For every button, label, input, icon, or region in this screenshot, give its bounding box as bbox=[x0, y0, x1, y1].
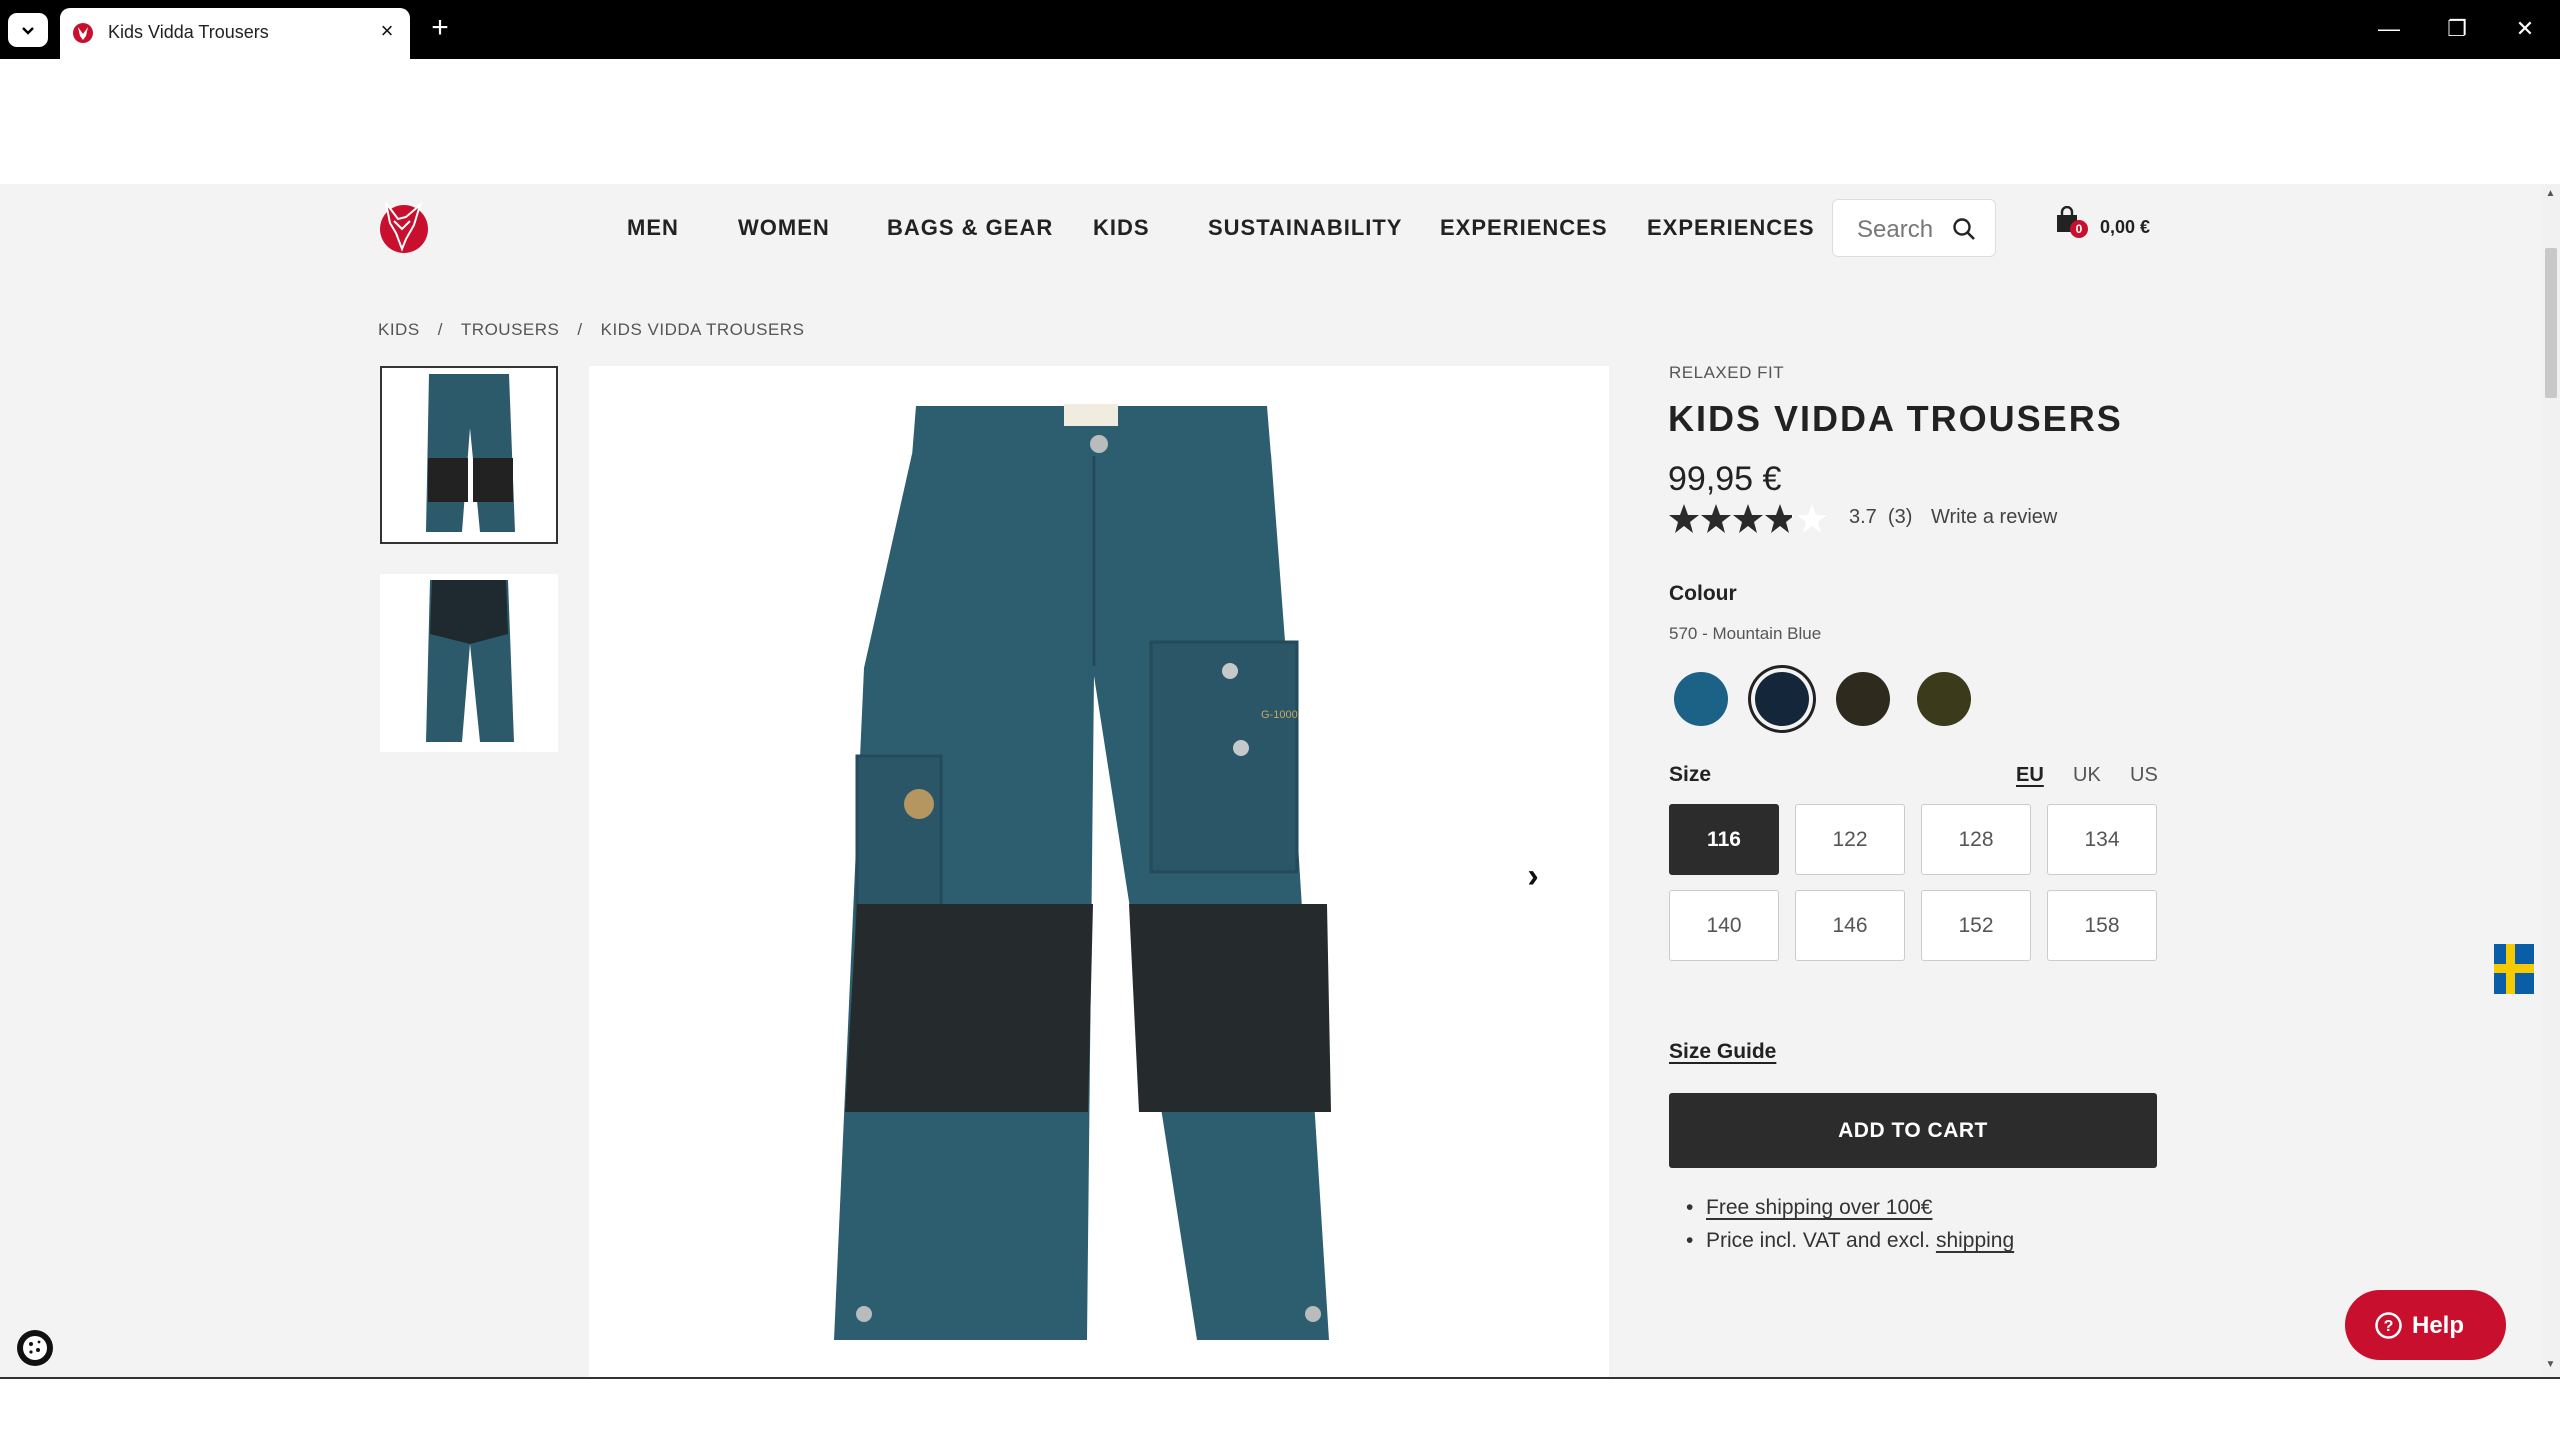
tab-close-icon[interactable]: × bbox=[374, 18, 400, 44]
write-review-link[interactable]: Write a review bbox=[1931, 506, 2057, 529]
size-option-152[interactable]: 152 bbox=[1921, 890, 2031, 961]
breadcrumb-kids[interactable]: KIDS bbox=[378, 320, 420, 340]
size-option-116[interactable]: 116 bbox=[1669, 804, 1779, 875]
shipping-link[interactable]: shipping bbox=[1936, 1229, 2014, 1252]
size-option-122[interactable]: 122 bbox=[1795, 804, 1905, 875]
colour-swatch-blue[interactable] bbox=[1674, 672, 1728, 726]
size-option-146[interactable]: 146 bbox=[1795, 890, 1905, 961]
breadcrumb-separator: / bbox=[577, 320, 583, 339]
search-input[interactable]: Search bbox=[1832, 199, 1996, 257]
scroll-up-icon[interactable]: ▲ bbox=[2544, 188, 2557, 200]
fjallraven-favicon-icon bbox=[73, 23, 93, 43]
product-info-list: Free shipping over 100€ Price incl. VAT … bbox=[1686, 1196, 2014, 1262]
svg-text:?: ? bbox=[2384, 1318, 2394, 1335]
size-option-140[interactable]: 140 bbox=[1669, 890, 1779, 961]
thumbnail-back[interactable] bbox=[380, 574, 558, 752]
rating-value[interactable]: 3.7 (3) bbox=[1849, 506, 1912, 529]
add-to-cart-button[interactable]: ADD TO CART bbox=[1669, 1093, 2157, 1168]
trousers-front-thumbnail bbox=[426, 374, 515, 532]
breadcrumb-current: KIDS VIDDA TROUSERS bbox=[600, 320, 805, 339]
size-system-eu[interactable]: EU bbox=[2016, 764, 2044, 787]
restore-button[interactable]: ❐ bbox=[2442, 14, 2472, 44]
fit-label: RELAXED FIT bbox=[1669, 363, 1785, 382]
cookie-settings-button[interactable] bbox=[17, 1330, 53, 1366]
selected-colour-name: 570 - Mountain Blue bbox=[1669, 624, 1822, 643]
colour-swatch-dark-olive[interactable] bbox=[1917, 672, 1971, 726]
new-tab-button[interactable]: + bbox=[425, 13, 455, 44]
help-label: Help bbox=[2412, 1312, 2465, 1339]
size-label: Size bbox=[1669, 763, 1712, 786]
nav-experiences[interactable]: EXPERIENCES bbox=[1440, 215, 1608, 241]
nav-kids[interactable]: KIDS bbox=[1093, 215, 1150, 241]
bottom-area bbox=[0, 1377, 2560, 1440]
colour-swatch-navy[interactable] bbox=[1755, 672, 1809, 726]
tab-title: Kids Vidda Trousers bbox=[108, 22, 269, 42]
cart-total[interactable]: 0,00 € bbox=[2100, 217, 2150, 238]
thumbnail-front[interactable] bbox=[380, 366, 558, 544]
nav-bags-gear[interactable]: BAGS & GEAR bbox=[887, 215, 1053, 241]
minimize-button[interactable]: — bbox=[2374, 14, 2404, 44]
nav-sustainability[interactable]: SUSTAINABILITY bbox=[1208, 215, 1402, 241]
browser-tab[interactable]: Kids Vidda Trousers × bbox=[60, 8, 410, 59]
colour-label: Colour bbox=[1669, 582, 1737, 605]
cart-count-badge: 0 bbox=[2070, 220, 2088, 238]
vat-text: Price incl. VAT and excl. bbox=[1706, 1229, 1936, 1252]
scroll-down-icon[interactable]: ▼ bbox=[2544, 1359, 2557, 1371]
colour-swatch-dark-brown[interactable] bbox=[1836, 672, 1890, 726]
size-option-134[interactable]: 134 bbox=[2047, 804, 2157, 875]
size-option-128[interactable]: 128 bbox=[1921, 804, 2031, 875]
list-item: Price incl. VAT and excl. shipping bbox=[1686, 1229, 2014, 1253]
browser-tab-bar: Kids Vidda Trousers × + — ❐ ✕ bbox=[0, 0, 2560, 59]
search-placeholder: Search bbox=[1857, 216, 1934, 243]
breadcrumb-separator: / bbox=[437, 320, 443, 339]
list-item: Free shipping over 100€ bbox=[1686, 1196, 2014, 1220]
trousers-back-thumbnail bbox=[426, 580, 514, 742]
scrollbar-thumb[interactable] bbox=[2545, 248, 2557, 398]
product-main-image: G-1000 bbox=[589, 366, 1609, 1377]
tab-search-button[interactable] bbox=[8, 13, 48, 47]
product-price: 99,95 € bbox=[1668, 460, 1782, 498]
fjallraven-logo-icon[interactable] bbox=[376, 199, 430, 255]
top-banner-area bbox=[0, 59, 2560, 184]
swedish-flag-icon[interactable] bbox=[2494, 944, 2534, 994]
size-system-uk[interactable]: UK bbox=[2073, 764, 2101, 787]
rating-stars-icon bbox=[1669, 504, 1827, 533]
cookie-icon bbox=[23, 1336, 47, 1360]
chevron-down-icon bbox=[22, 27, 34, 35]
size-system-us[interactable]: US bbox=[2130, 764, 2158, 787]
search-icon[interactable] bbox=[1951, 216, 1977, 242]
help-button[interactable]: ? Help bbox=[2345, 1290, 2506, 1360]
nav-men[interactable]: MEN bbox=[627, 215, 679, 241]
g1000-patch: G-1000 bbox=[1261, 709, 1298, 721]
product-title: KIDS VIDDA TROUSERS bbox=[1668, 398, 2123, 439]
nav-women[interactable]: WOMEN bbox=[738, 215, 830, 241]
breadcrumb: KIDS / TROUSERS / KIDS VIDDA TROUSERS bbox=[378, 320, 804, 340]
free-shipping-link[interactable]: Free shipping over 100€ bbox=[1706, 1196, 1932, 1219]
kids-vidda-trousers-image: G-1000 bbox=[834, 404, 1331, 1340]
question-circle-icon: ? bbox=[2375, 1312, 2402, 1339]
nav-experiences-2[interactable]: EXPERIENCES bbox=[1647, 215, 1815, 241]
chevron-right-icon[interactable]: › bbox=[1518, 856, 1548, 896]
breadcrumb-trousers[interactable]: TROUSERS bbox=[461, 320, 559, 340]
size-guide-link[interactable]: Size Guide bbox=[1669, 1040, 1776, 1064]
product-page: MEN WOMEN BAGS & GEAR KIDS SUSTAINABILIT… bbox=[0, 184, 2541, 1377]
page-scrollbar[interactable]: ▲ ▼ bbox=[2541, 184, 2560, 1377]
close-window-button[interactable]: ✕ bbox=[2510, 14, 2540, 44]
size-option-158[interactable]: 158 bbox=[2047, 890, 2157, 961]
